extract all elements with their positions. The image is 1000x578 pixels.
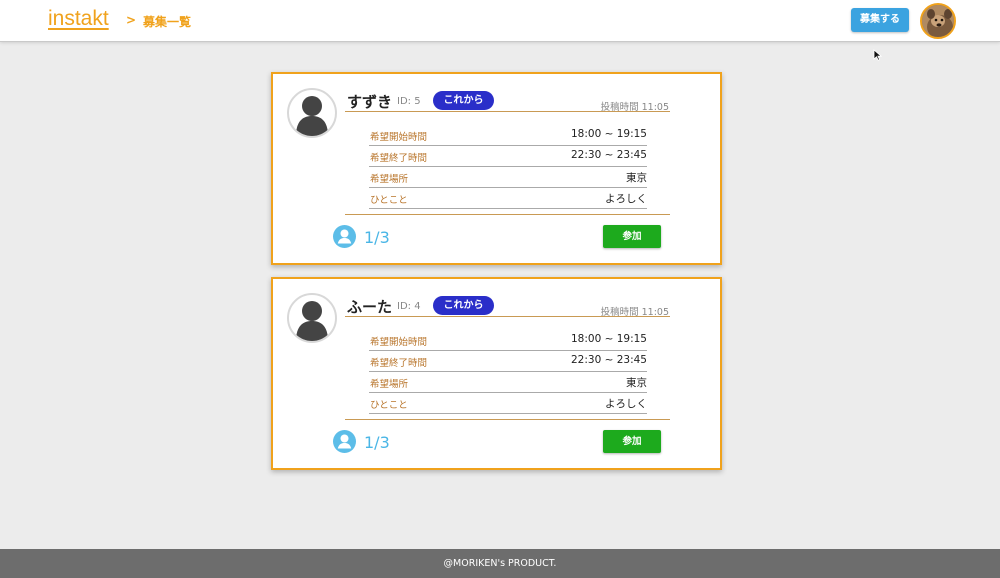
member-icon xyxy=(333,430,356,453)
breadcrumb-separator: > xyxy=(126,13,137,27)
detail-value: 22:30 ~ 23:45 xyxy=(571,354,647,366)
app-header: instakt > 募集一覧 募集する xyxy=(0,0,1000,42)
detail-row-place: 希望場所 東京 xyxy=(369,167,647,188)
detail-label: 希望開始時間 xyxy=(370,337,428,348)
page-footer: @MORIKEN's PRODUCT. xyxy=(0,549,1000,578)
detail-value: よろしく xyxy=(605,193,647,205)
user-photo-icon xyxy=(922,5,954,37)
divider xyxy=(345,111,670,112)
detail-label: ひとこと xyxy=(370,195,408,206)
breadcrumb-current-page: 募集一覧 xyxy=(143,15,192,29)
join-button[interactable]: 参加 xyxy=(603,430,661,453)
recruit-button[interactable]: 募集する xyxy=(851,8,909,32)
divider xyxy=(345,214,670,215)
detail-row-comment: ひとこと よろしく xyxy=(369,188,647,209)
member-count: 1/3 xyxy=(364,228,390,247)
post-avatar xyxy=(287,293,337,343)
user-avatar[interactable] xyxy=(920,3,956,39)
default-user-icon xyxy=(296,301,328,341)
status-badge: これから xyxy=(433,91,494,110)
detail-row-comment: ひとこと よろしく xyxy=(369,393,647,414)
detail-row-end-time: 希望終了時間 22:30 ~ 23:45 xyxy=(369,351,647,372)
detail-row-start-time: 希望開始時間 18:00 ~ 19:15 xyxy=(369,330,647,351)
post-avatar xyxy=(287,88,337,138)
divider xyxy=(345,419,670,420)
join-button[interactable]: 参加 xyxy=(603,225,661,248)
member-count: 1/3 xyxy=(364,433,390,452)
default-user-icon xyxy=(296,96,328,136)
detail-row-end-time: 希望終了時間 22:30 ~ 23:45 xyxy=(369,146,647,167)
detail-value: 22:30 ~ 23:45 xyxy=(571,149,647,161)
member-icon xyxy=(333,225,356,248)
post-card: ふーた ID: 4 これから 投稿時間 11:05 希望開始時間 18:00 ~… xyxy=(271,277,722,470)
detail-value: 18:00 ~ 19:15 xyxy=(571,333,647,345)
post-user-id: ID: 5 xyxy=(397,96,421,107)
detail-value: 東京 xyxy=(626,172,647,184)
detail-row-place: 希望場所 東京 xyxy=(369,372,647,393)
detail-label: 希望場所 xyxy=(370,174,409,185)
mouse-cursor-icon xyxy=(873,49,883,61)
detail-list: 希望開始時間 18:00 ~ 19:15 希望終了時間 22:30 ~ 23:4… xyxy=(369,125,647,209)
post-user-name: ふーた xyxy=(347,298,393,316)
detail-value: 18:00 ~ 19:15 xyxy=(571,128,647,140)
detail-label: 希望開始時間 xyxy=(370,132,428,143)
detail-label: ひとこと xyxy=(370,400,408,411)
divider xyxy=(345,316,670,317)
detail-list: 希望開始時間 18:00 ~ 19:15 希望終了時間 22:30 ~ 23:4… xyxy=(369,330,647,414)
detail-value: 東京 xyxy=(626,377,647,389)
detail-label: 希望終了時間 xyxy=(370,153,428,164)
detail-label: 希望場所 xyxy=(370,379,409,390)
post-card: すずき ID: 5 これから 投稿時間 11:05 希望開始時間 18:00 ~… xyxy=(271,72,722,265)
detail-value: よろしく xyxy=(605,398,647,410)
post-user-name: すずき xyxy=(347,93,393,111)
status-badge: これから xyxy=(433,296,494,315)
detail-row-start-time: 希望開始時間 18:00 ~ 19:15 xyxy=(369,125,647,146)
post-user-id: ID: 4 xyxy=(397,301,421,312)
detail-label: 希望終了時間 xyxy=(370,358,428,369)
brand-logo-link[interactable]: instakt xyxy=(48,7,109,31)
